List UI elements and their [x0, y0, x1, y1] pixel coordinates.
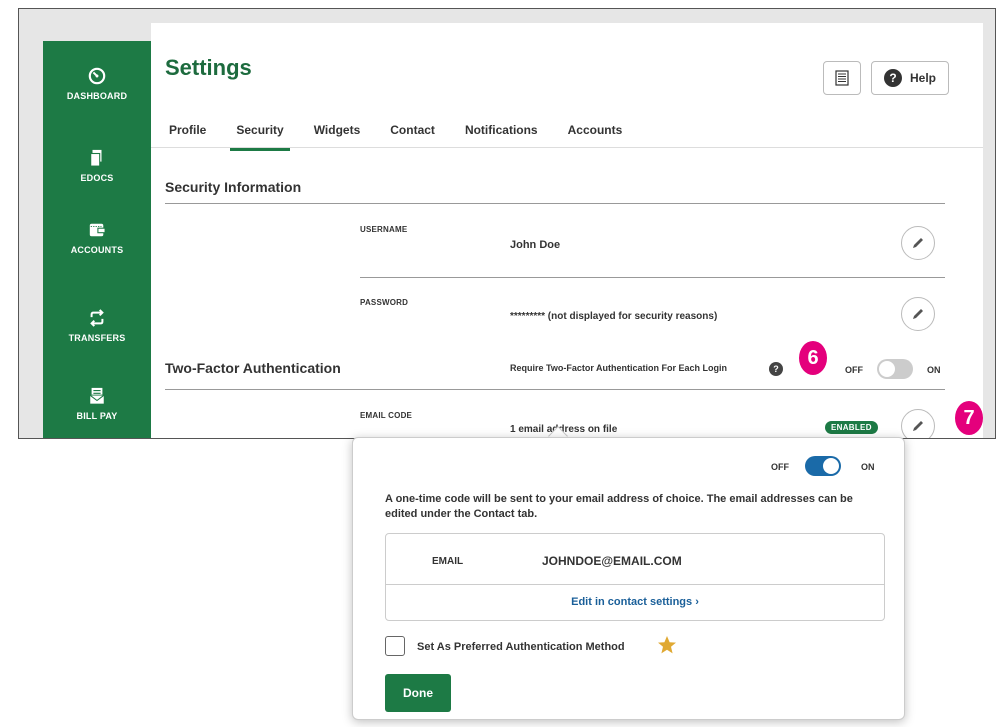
- print-button[interactable]: [823, 61, 861, 95]
- callout-marker-6: 6: [799, 341, 827, 375]
- sidebar: DASHBOARD EDOCS ACCOUNTS TRANSFERS BILL …: [43, 41, 151, 438]
- edit-contact-settings-link[interactable]: Edit in contact settings ›: [386, 596, 884, 608]
- help-icon: ?: [883, 69, 902, 87]
- transfer-arrows-icon: [90, 309, 104, 327]
- require-2fa-text: Require Two-Factor Authentication For Ea…: [510, 363, 728, 373]
- tabs-divider: [151, 147, 983, 148]
- username-label: USERNAME: [360, 225, 408, 234]
- pencil-icon: [913, 421, 923, 431]
- require-2fa-off-label: OFF: [845, 365, 863, 375]
- pencil-icon: [913, 238, 923, 248]
- print-icon: [835, 70, 849, 86]
- preferred-method-checkbox[interactable]: [385, 636, 405, 656]
- sidebar-item-dashboard[interactable]: DASHBOARD: [43, 67, 151, 101]
- popup-description: A one-time code will be sent to your ema…: [385, 493, 853, 520]
- box-divider: [386, 584, 884, 585]
- star-icon: [658, 636, 676, 654]
- page-title: Settings: [165, 55, 252, 80]
- email-code-popup: OFF ON A one-time code will be sent to y…: [352, 437, 905, 720]
- settings-tabs: Profile Security Widgets Contact Notific…: [165, 123, 648, 151]
- app-window: DASHBOARD EDOCS ACCOUNTS TRANSFERS BILL …: [18, 8, 996, 439]
- section-heading-two-factor: Two-Factor Authentication: [165, 360, 341, 376]
- password-label: PASSWORD: [360, 298, 409, 307]
- callout-marker-7: 7: [955, 401, 983, 435]
- tab-contact[interactable]: Contact: [386, 123, 439, 143]
- sidebar-item-label: ACCOUNTS: [70, 245, 124, 255]
- dashboard-icon: [88, 67, 106, 85]
- sidebar-item-bill-pay[interactable]: BILL PAY: [43, 387, 151, 421]
- edit-username-button[interactable]: [901, 226, 935, 260]
- row-divider: [360, 277, 945, 278]
- section-heading-security-information: Security Information: [165, 179, 302, 195]
- sidebar-item-accounts[interactable]: ACCOUNTS: [43, 221, 151, 255]
- section-divider: [165, 203, 945, 204]
- sidebar-item-label: BILL PAY: [76, 411, 118, 421]
- tab-accounts[interactable]: Accounts: [564, 123, 627, 143]
- tab-profile[interactable]: Profile: [165, 123, 210, 143]
- sidebar-item-transfers[interactable]: TRANSFERS: [43, 309, 151, 343]
- pencil-icon: [913, 309, 923, 319]
- tab-notifications[interactable]: Notifications: [461, 123, 542, 143]
- email-label: EMAIL: [432, 556, 464, 567]
- documents-icon: [90, 149, 102, 167]
- email-code-toggle[interactable]: [805, 456, 841, 476]
- edit-password-button[interactable]: [901, 297, 935, 331]
- question-icon[interactable]: ?: [769, 362, 783, 376]
- settings-panel: Settings ? Help Profile Security Widgets…: [151, 23, 983, 438]
- password-value: ********* (not displayed for security re…: [510, 311, 718, 322]
- preferred-method-label: Set As Preferred Authentication Method: [417, 641, 625, 653]
- require-2fa-on-label: ON: [927, 365, 941, 375]
- sidebar-item-label: DASHBOARD: [66, 91, 128, 101]
- bill-envelope-icon: [89, 387, 105, 405]
- help-button[interactable]: ? Help: [871, 61, 949, 95]
- edit-email-code-button[interactable]: [901, 409, 935, 438]
- tab-security[interactable]: Security: [230, 123, 291, 151]
- email-address-box: EMAIL JOHNDOE@EMAIL.COM Edit in contact …: [385, 533, 885, 621]
- enabled-status-badge: ENABLED: [825, 421, 878, 434]
- email-code-label: EMAIL CODE: [360, 411, 413, 420]
- email-code-on-label: ON: [861, 462, 875, 472]
- username-value: John Doe: [510, 239, 561, 251]
- email-code-off-label: OFF: [771, 462, 789, 472]
- tab-widgets[interactable]: Widgets: [310, 123, 365, 143]
- section-divider: [165, 389, 945, 390]
- wallet-icon: [89, 223, 106, 237]
- require-2fa-toggle[interactable]: [877, 359, 913, 379]
- sidebar-item-label: EDOCS: [80, 173, 114, 183]
- help-label: Help: [909, 71, 936, 85]
- done-button[interactable]: Done: [385, 674, 451, 712]
- sidebar-item-edocs[interactable]: EDOCS: [43, 149, 151, 183]
- email-value: JOHNDOE@EMAIL.COM: [542, 554, 682, 568]
- sidebar-item-label: TRANSFERS: [68, 333, 126, 343]
